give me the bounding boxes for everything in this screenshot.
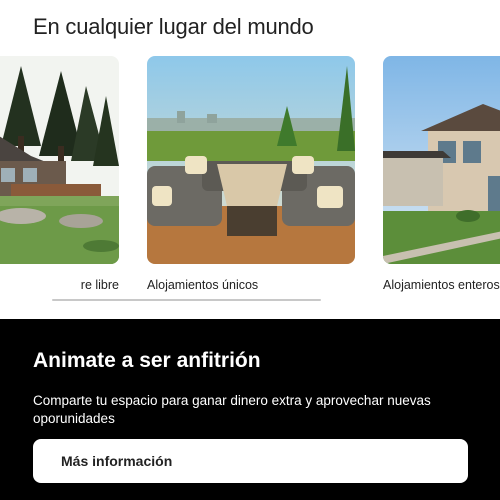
- carousel-scrollbar[interactable]: [52, 299, 321, 301]
- learn-more-button[interactable]: Más información: [33, 439, 468, 483]
- category-label: Alojamientos únicos: [147, 278, 259, 292]
- modern-house-image[interactable]: [383, 56, 500, 264]
- host-promo-banner: Animate a ser anfitrión Comparte tu espa…: [0, 319, 500, 500]
- category-card-entire[interactable]: Alojamientos enteros: [383, 56, 500, 292]
- section-title: En cualquier lugar del mundo: [33, 14, 314, 39]
- category-card-unique[interactable]: Alojamientos únicos: [147, 56, 355, 292]
- outdoor-cabin-image[interactable]: [0, 56, 119, 264]
- category-label: re libre: [80, 278, 119, 292]
- category-carousel[interactable]: re libre Alojamientos únicos Alojamiento…: [0, 56, 500, 306]
- category-card-outdoor[interactable]: re libre: [0, 56, 119, 292]
- terrace-lounge-image[interactable]: [147, 56, 355, 264]
- promo-title: Animate a ser anfitrión: [33, 349, 261, 372]
- category-label: Alojamientos enteros: [383, 278, 500, 292]
- promo-description: Comparte tu espacio para ganar dinero ex…: [33, 393, 431, 426]
